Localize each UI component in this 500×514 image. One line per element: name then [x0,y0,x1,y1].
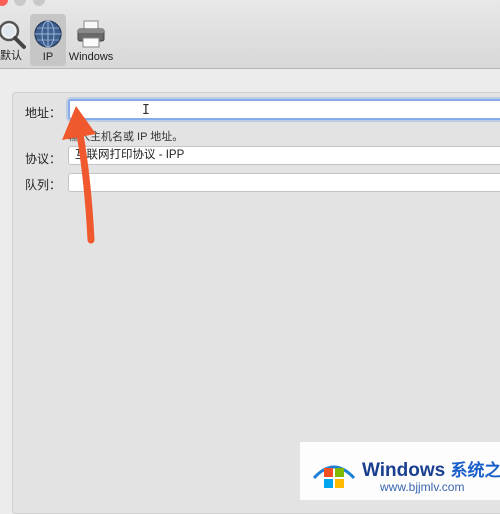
tab-ip-label: IP [30,51,66,63]
watermark-title: Windows 系统之家 [362,456,500,482]
close-window-button[interactable] [0,0,8,6]
watermark: Windows 系统之家 www.bjjmlv.com [300,442,500,500]
tab-default[interactable]: 默认 [0,14,32,66]
protocol-label: 协议： [25,150,61,167]
address-input[interactable] [68,99,500,120]
watermark-brand: Windows [362,460,445,481]
minimize-window-button[interactable] [14,0,26,6]
queue-label: 队列： [25,176,61,193]
watermark-brand-cn: 系统之家 [451,461,500,480]
protocol-select[interactable]: 互联网打印协议 - IPP [68,146,500,165]
globe-icon [32,18,64,50]
address-label: 地址： [25,104,61,121]
text-cursor-icon: I [142,104,150,117]
windows-logo-icon [310,448,358,496]
toolbar: 默认 IP Windows [0,0,500,69]
tab-windows-label: Windows [66,51,116,63]
tab-default-label: 默认 [0,47,32,63]
queue-input[interactable] [68,173,500,192]
zoom-window-button[interactable] [33,0,45,6]
printer-icon [75,18,107,50]
tab-windows[interactable]: Windows [66,14,116,66]
magnifier-icon [0,18,27,50]
watermark-url: www.bjjmlv.com [380,480,464,494]
address-hint: 输入主机名或 IP 地址。 [68,128,183,144]
tab-ip[interactable]: IP [30,14,66,66]
